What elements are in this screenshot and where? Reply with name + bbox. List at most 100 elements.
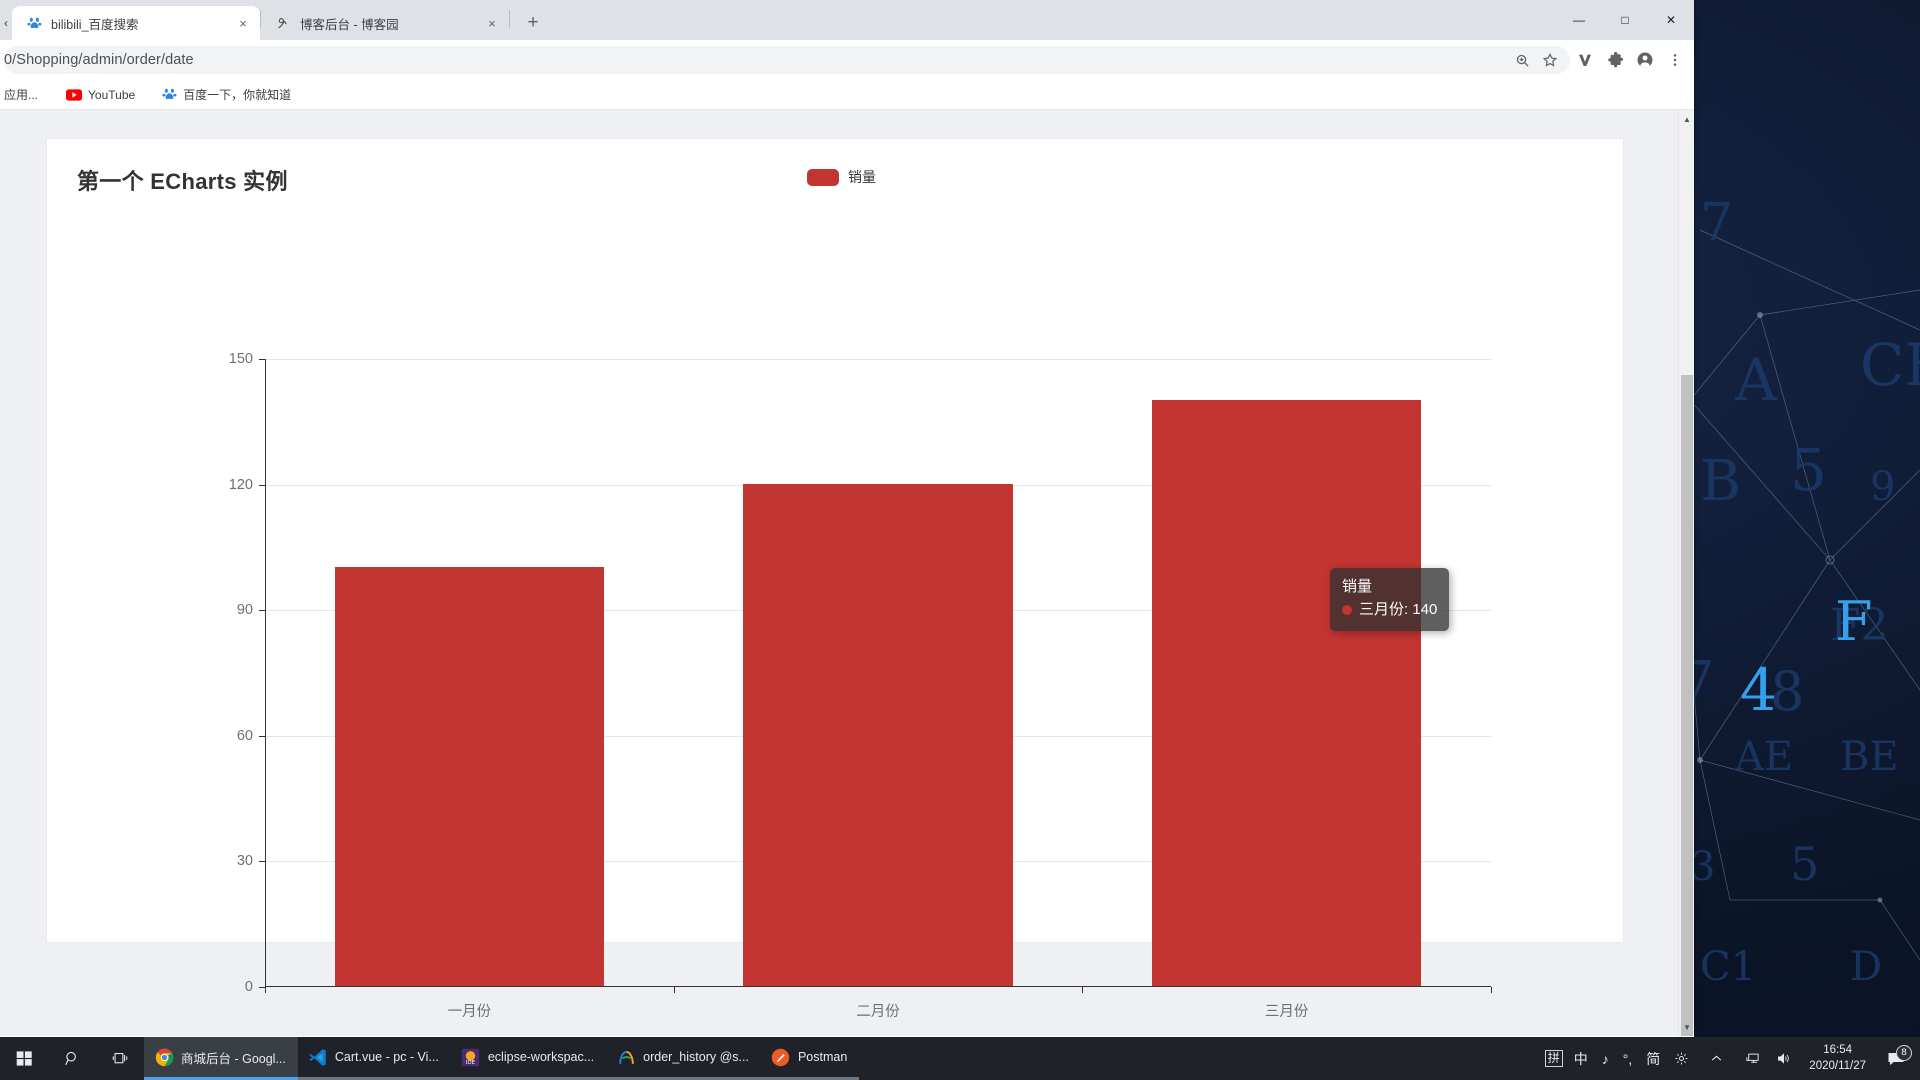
svg-text:BE: BE xyxy=(1840,734,1899,780)
eclipse-icon: IDE xyxy=(461,1047,481,1067)
search-icon[interactable] xyxy=(48,1037,96,1080)
navicat-icon xyxy=(616,1047,636,1067)
baidu-icon xyxy=(161,87,177,103)
maximize-button[interactable]: □ xyxy=(1602,4,1648,36)
taskbar-item-chrome[interactable]: 商城后台 - Googl... xyxy=(144,1037,298,1080)
profile-avatar-icon[interactable] xyxy=(1630,44,1660,76)
tab-cnblogs[interactable]: 博客后台 - 博客园 × xyxy=(261,6,509,40)
close-window-button[interactable]: ✕ xyxy=(1648,4,1694,36)
vertical-scrollbar[interactable]: ▲ ▼ xyxy=(1678,110,1694,1036)
svg-text:5: 5 xyxy=(1790,436,1827,504)
taskbar-item-navicat[interactable]: order_history @s... xyxy=(606,1037,761,1080)
x-tick-3 xyxy=(1491,987,1492,993)
echarts-card: 第一个 ECharts 实例 销量 150 120 90 xyxy=(46,138,1624,943)
tab-bilibili[interactable]: bilibili_百度搜索 × xyxy=(12,6,260,40)
tab-separator xyxy=(509,10,510,28)
bookmark-label: 应用... xyxy=(4,86,38,103)
svg-text:4: 4 xyxy=(1740,656,1777,724)
x-tick-1 xyxy=(674,987,675,993)
system-tray: 拼 中 ♪ °, 简 1 xyxy=(1545,1037,1920,1080)
chrome-menu-icon[interactable] xyxy=(1660,44,1690,76)
taskbar-clock[interactable]: 16:54 2020/11/27 xyxy=(1799,1043,1878,1074)
ime-language-indicator[interactable]: 中 xyxy=(1567,1037,1595,1080)
tab-strip: ‹ bilibili_百度搜索 × xyxy=(0,0,1694,40)
vimium-extension-icon[interactable] xyxy=(1570,44,1600,76)
gridline-150 xyxy=(265,359,1491,360)
task-view-icon[interactable] xyxy=(96,1037,144,1080)
bookmark-baidu[interactable]: 百度一下，你就知道 xyxy=(153,83,299,107)
scroll-up-arrow-icon[interactable]: ▲ xyxy=(1679,110,1694,128)
y-axis-label-90: 90 xyxy=(237,602,253,618)
notification-center-button[interactable]: 8 xyxy=(1878,1050,1920,1068)
svg-text:5: 5 xyxy=(1790,837,1819,891)
taskbar-item-eclipse[interactable]: IDE eclipse-workspac... xyxy=(451,1037,606,1080)
x-axis-line xyxy=(265,986,1491,987)
taskbar-apps: 商城后台 - Googl... Cart.vue - pc - Vi... ID… xyxy=(144,1037,859,1080)
vscode-icon xyxy=(308,1047,328,1067)
tab-title: bilibili_百度搜索 xyxy=(51,14,234,33)
bookmark-label: 百度一下，你就知道 xyxy=(183,86,291,103)
svg-text:A: A xyxy=(1734,346,1778,414)
star-icon[interactable] xyxy=(1536,46,1564,74)
svg-text:C1: C1 xyxy=(1700,944,1756,990)
cnblogs-icon xyxy=(275,15,291,31)
chart-title: 第一个 ECharts 实例 xyxy=(77,164,288,196)
bookmark-apps[interactable]: 应用... xyxy=(4,83,46,107)
address-bar[interactable]: 0/Shopping/admin/order/date xyxy=(4,46,1570,74)
bar-mar[interactable] xyxy=(1152,400,1422,986)
y-axis-label-30: 30 xyxy=(237,853,253,869)
zoom-in-icon[interactable] xyxy=(1508,46,1536,74)
chart-tooltip: 销量 三月份: 140 xyxy=(1330,568,1449,631)
minimize-button[interactable]: — xyxy=(1556,4,1602,36)
legend-swatch-sales[interactable] xyxy=(807,169,839,186)
ime-mode-indicator[interactable]: 拼 xyxy=(1545,1050,1563,1067)
scrollbar-thumb[interactable] xyxy=(1681,375,1693,1036)
y-axis-label-0: 0 xyxy=(245,979,253,995)
y-axis-label-120: 120 xyxy=(229,477,253,493)
bookmark-youtube[interactable]: YouTube xyxy=(58,83,143,107)
tab-close-icon[interactable]: × xyxy=(483,14,501,32)
scroll-down-arrow-icon[interactable]: ▼ xyxy=(1679,1018,1694,1036)
svg-text:B: B xyxy=(1700,449,1741,514)
taskbar-item-postman[interactable]: Postman xyxy=(761,1037,859,1080)
gear-icon[interactable] xyxy=(1667,1037,1696,1080)
chrome-browser-window: ‹ bilibili_百度搜索 × xyxy=(0,0,1694,1037)
bookmarks-bar: 应用... YouTube 百度一下，你就知道 xyxy=(0,80,1694,110)
ime-simplified-indicator[interactable]: 简 xyxy=(1639,1037,1667,1080)
tooltip-title: 销量 xyxy=(1342,577,1437,597)
chart-legend: 销量 xyxy=(807,167,876,187)
tab-title: 博客后台 - 博客园 xyxy=(300,14,483,33)
browser-toolbar: 0/Shopping/admin/order/date xyxy=(0,40,1694,80)
tab-close-icon[interactable]: × xyxy=(234,14,252,32)
tooltip-row: 三月份: 140 xyxy=(1342,600,1437,620)
tooltip-marker-dot xyxy=(1342,605,1352,615)
x-axis-label-jan: 一月份 xyxy=(448,1000,492,1021)
svg-text:D: D xyxy=(1850,944,1882,990)
extensions-puzzle-icon[interactable] xyxy=(1600,44,1630,76)
network-icon[interactable] xyxy=(1737,1037,1768,1080)
bar-jan[interactable] xyxy=(335,567,605,986)
new-tab-button[interactable]: + xyxy=(518,8,548,38)
clock-time: 16:54 xyxy=(1823,1043,1852,1059)
volume-icon[interactable] xyxy=(1768,1037,1799,1080)
show-hidden-icons-chevron-icon[interactable] xyxy=(1696,1037,1737,1080)
clock-date: 2020/11/27 xyxy=(1809,1059,1866,1075)
taskbar-item-label: Postman xyxy=(798,1050,847,1064)
postman-icon xyxy=(771,1047,791,1067)
notification-count-badge: 8 xyxy=(1896,1045,1912,1061)
y-axis-label-150: 150 xyxy=(229,351,253,367)
bar-feb[interactable] xyxy=(743,484,1013,986)
svg-text:F: F xyxy=(1835,590,1872,653)
start-icon[interactable] xyxy=(0,1037,48,1080)
y-axis-line xyxy=(265,359,266,987)
baidu-icon xyxy=(26,15,42,31)
y-axis-label-60: 60 xyxy=(237,728,253,744)
ime-music-icon[interactable]: ♪ xyxy=(1595,1037,1616,1080)
taskbar-item-vscode[interactable]: Cart.vue - pc - Vi... xyxy=(298,1037,451,1080)
chrome-icon xyxy=(154,1047,174,1067)
ime-punctuation-icon[interactable]: °, xyxy=(1616,1037,1640,1080)
url-text[interactable]: 0/Shopping/admin/order/date xyxy=(4,52,1508,68)
taskbar-item-label: Cart.vue - pc - Vi... xyxy=(335,1050,439,1064)
tab-scroll-left-icon[interactable]: ‹ xyxy=(0,6,12,40)
legend-label-sales[interactable]: 销量 xyxy=(848,167,876,187)
